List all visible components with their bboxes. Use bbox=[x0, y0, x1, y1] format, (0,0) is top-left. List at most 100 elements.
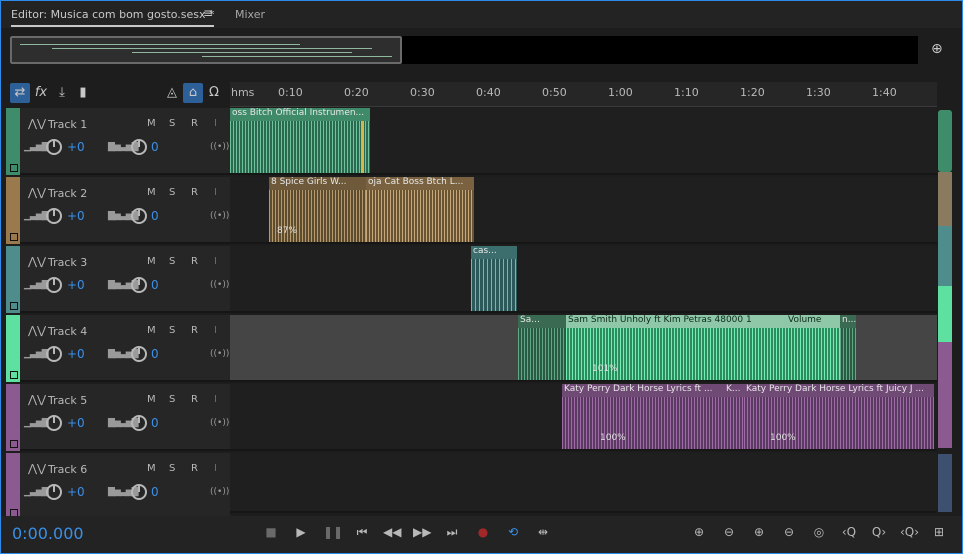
track-lane-5[interactable]: Katy Perry Dark Horse Lyrics ft ... 100%… bbox=[230, 384, 937, 451]
volume-knob[interactable] bbox=[46, 346, 62, 362]
zoom-out-time-icon[interactable]: ⊖ bbox=[780, 524, 798, 540]
mute-button[interactable]: M bbox=[147, 394, 156, 405]
clip-automation-param[interactable]: Volume bbox=[788, 315, 821, 325]
zoom-full-icon[interactable]: ⊞ bbox=[930, 524, 948, 540]
pause-icon[interactable]: ❚❚ bbox=[323, 524, 343, 540]
monitoring-icon[interactable]: Ω bbox=[204, 83, 224, 103]
input-monitor-button[interactable]: I bbox=[214, 394, 217, 405]
record-arm-button[interactable]: R bbox=[191, 394, 198, 405]
pan-value[interactable]: 0 bbox=[151, 278, 159, 292]
track-name[interactable]: Track 3 bbox=[48, 256, 87, 269]
record-icon[interactable]: ● bbox=[474, 524, 492, 540]
time-display[interactable]: 0:00.000 bbox=[12, 524, 84, 543]
track-select-square[interactable] bbox=[10, 164, 18, 172]
mute-button[interactable]: M bbox=[147, 118, 156, 129]
zoom-to-selection-icon[interactable]: ◎ bbox=[810, 524, 828, 540]
volume-value[interactable]: +0 bbox=[67, 485, 85, 499]
track-lane-2[interactable]: 8 Spice Girls W... 87% oja Cat Boss Btch… bbox=[230, 177, 937, 244]
session-overview[interactable] bbox=[10, 36, 918, 64]
volume-knob[interactable] bbox=[46, 139, 62, 155]
pan-knob[interactable] bbox=[131, 484, 147, 500]
solo-button[interactable]: S bbox=[169, 256, 175, 267]
track-lane-1[interactable]: oss Bitch Official Instrumen... bbox=[230, 108, 937, 175]
track-name[interactable]: Track 1 bbox=[48, 118, 87, 131]
play-icon[interactable]: ▶ bbox=[292, 524, 310, 540]
snap-icon[interactable]: ⌂ bbox=[183, 83, 203, 103]
zoom-left-icon[interactable]: ‹Q bbox=[840, 524, 858, 540]
pan-value[interactable]: 0 bbox=[151, 416, 159, 430]
track-header-4[interactable]: ⋀⋁ Track 4 M S R I ▁▃▅▇ +0 ▇▅▃▅▇ 0 ((•)) bbox=[6, 315, 230, 382]
solo-button[interactable]: S bbox=[169, 463, 175, 474]
zoom-both-icon[interactable]: ‹Q› bbox=[900, 524, 919, 540]
record-arm-button[interactable]: R bbox=[191, 325, 198, 336]
track-color-strip[interactable] bbox=[6, 384, 20, 451]
record-arm-button[interactable]: R bbox=[191, 118, 198, 129]
pan-knob[interactable] bbox=[131, 139, 147, 155]
track-lane-3[interactable]: cas... bbox=[230, 246, 937, 313]
clip[interactable]: n... bbox=[840, 315, 856, 380]
clip[interactable]: oss Bitch Official Instrumen... bbox=[230, 108, 370, 173]
overview-viewport-window[interactable] bbox=[10, 36, 402, 64]
clip[interactable]: Sa... bbox=[518, 315, 566, 380]
eq-icon[interactable]: ▮ bbox=[73, 83, 93, 103]
output-icon[interactable]: ((•)) bbox=[210, 418, 229, 428]
clip[interactable]: Katy Perry Dark Horse Lyrics ft ... 100% bbox=[562, 384, 724, 449]
track-color-strip[interactable] bbox=[6, 246, 20, 313]
record-arm-button[interactable]: R bbox=[191, 256, 198, 267]
record-arm-button[interactable]: R bbox=[191, 187, 198, 198]
track-select-square[interactable] bbox=[10, 440, 18, 448]
track-color-strip[interactable] bbox=[6, 108, 20, 175]
track-color-strip[interactable] bbox=[6, 453, 20, 520]
metronome-icon[interactable]: ◬ bbox=[162, 83, 182, 103]
track-color-strip[interactable] bbox=[6, 177, 20, 244]
zoom-out-amplitude-icon[interactable]: ⊖ bbox=[720, 524, 738, 540]
volume-value[interactable]: +0 bbox=[67, 278, 85, 292]
volume-value[interactable]: +0 bbox=[67, 416, 85, 430]
clip[interactable]: oja Cat Boss Btch L... bbox=[366, 177, 474, 242]
effects-rack-icon[interactable]: fx bbox=[31, 83, 51, 103]
volume-value[interactable]: +0 bbox=[67, 140, 85, 154]
output-icon[interactable]: ((•)) bbox=[210, 487, 229, 497]
sends-icon[interactable]: ⤓ bbox=[52, 83, 72, 103]
rewind-icon[interactable]: ◀◀ bbox=[383, 524, 401, 540]
track-lane-4[interactable]: Sa... Sam Smith Unholy ft Kim Petras 480… bbox=[230, 315, 937, 382]
mute-button[interactable]: M bbox=[147, 256, 156, 267]
go-to-start-icon[interactable]: ⏮ bbox=[353, 524, 371, 540]
fast-forward-icon[interactable]: ▶▶ bbox=[413, 524, 431, 540]
clip[interactable]: Katy Perry Dark Horse Lyrics ft Juicy J … bbox=[744, 384, 934, 449]
input-monitor-button[interactable]: I bbox=[214, 325, 217, 336]
clip[interactable]: 8 Spice Girls W... 87% bbox=[269, 177, 366, 242]
track-header-3[interactable]: ⋀⋁ Track 3 M S R I ▁▃▅▇ +0 ▇▅▃▅▇ 0 ((•)) bbox=[6, 246, 230, 313]
volume-knob[interactable] bbox=[46, 415, 62, 431]
track-select-square[interactable] bbox=[10, 302, 18, 310]
track-color-strip[interactable] bbox=[6, 315, 20, 382]
pan-knob[interactable] bbox=[131, 346, 147, 362]
inputs-outputs-icon[interactable]: ⇄ bbox=[10, 83, 30, 103]
volume-value[interactable]: +0 bbox=[67, 347, 85, 361]
output-icon[interactable]: ((•)) bbox=[210, 142, 229, 152]
pan-knob[interactable] bbox=[131, 277, 147, 293]
track-name[interactable]: Track 6 bbox=[48, 463, 87, 476]
panel-menu-icon[interactable]: ≡ bbox=[203, 6, 213, 20]
pan-knob[interactable] bbox=[131, 415, 147, 431]
track-select-square[interactable] bbox=[10, 233, 18, 241]
input-monitor-button[interactable]: I bbox=[214, 256, 217, 267]
solo-button[interactable]: S bbox=[169, 325, 175, 336]
volume-knob[interactable] bbox=[46, 208, 62, 224]
mute-button[interactable]: M bbox=[147, 325, 156, 336]
time-ruler[interactable]: hms 0:10 0:20 0:30 0:40 0:50 1:00 1:10 1… bbox=[230, 82, 937, 107]
volume-value[interactable]: +0 bbox=[67, 209, 85, 223]
track-lane-6[interactable] bbox=[230, 453, 937, 513]
tab-editor[interactable]: Editor: Musica com bom gosto.sesx * bbox=[11, 8, 215, 21]
tab-mixer[interactable]: Mixer bbox=[235, 8, 265, 21]
skip-selection-icon[interactable]: ⇹ bbox=[534, 524, 552, 540]
stop-icon[interactable]: ■ bbox=[262, 524, 280, 540]
loop-icon[interactable]: ⟲ bbox=[504, 524, 522, 540]
volume-knob[interactable] bbox=[46, 277, 62, 293]
mute-button[interactable]: M bbox=[147, 463, 156, 474]
pan-value[interactable]: 0 bbox=[151, 140, 159, 154]
zoom-in-time-icon[interactable]: ⊕ bbox=[750, 524, 768, 540]
vertical-scrollbar[interactable] bbox=[938, 454, 952, 512]
input-monitor-button[interactable]: I bbox=[214, 118, 217, 129]
zoom-to-fit-icon[interactable]: ⊕ bbox=[931, 41, 949, 59]
